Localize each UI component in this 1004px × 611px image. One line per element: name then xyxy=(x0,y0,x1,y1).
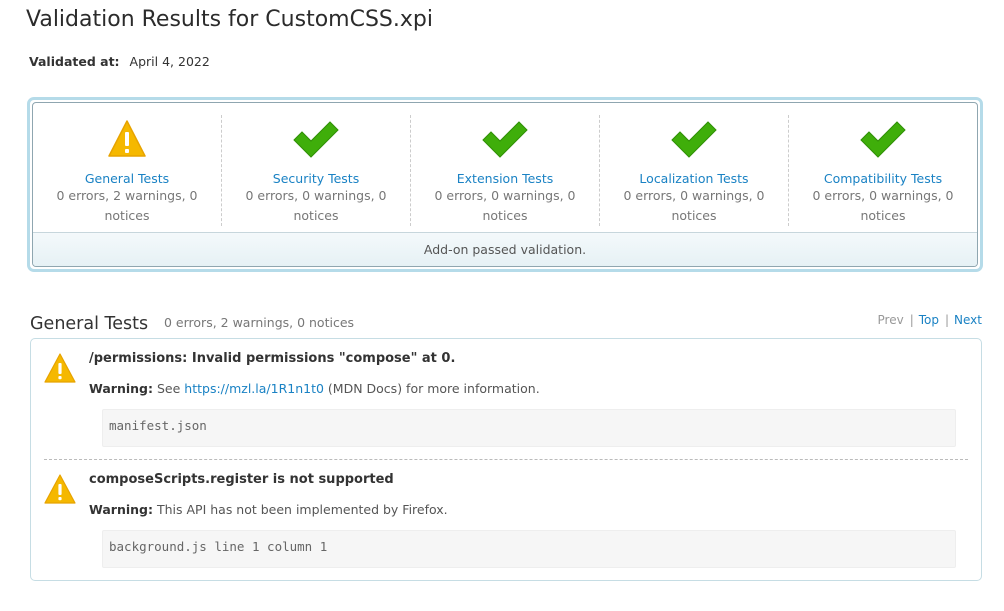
category-extension: Extension Tests 0 errors, 0 warnings, 0 … xyxy=(411,115,600,226)
message-text: See xyxy=(156,381,181,396)
category-link-security[interactable]: Security Tests xyxy=(222,171,410,186)
message-title: /permissions: Invalid permissions "compo… xyxy=(89,351,456,366)
file-context: background.js line 1 column 1 xyxy=(102,530,956,568)
category-security: Security Tests 0 errors, 0 warnings, 0 n… xyxy=(222,115,411,226)
category-general: General Tests 0 errors, 2 warnings, 0 no… xyxy=(33,115,222,226)
validated-label: Validated at: xyxy=(29,54,120,69)
nav-separator: | xyxy=(909,313,914,327)
mdn-docs-link[interactable]: https://mzl.la/1R1n1t0 xyxy=(184,381,324,396)
category-link-compatibility[interactable]: Compatibility Tests xyxy=(789,171,977,186)
category-link-localization[interactable]: Localization Tests xyxy=(600,171,788,186)
validated-date: April 4, 2022 xyxy=(129,54,210,69)
warning-icon xyxy=(44,474,76,508)
check-icon xyxy=(789,118,977,160)
file-context: manifest.json xyxy=(102,409,956,447)
check-icon xyxy=(222,118,410,160)
validation-status-banner: Add-on passed validation. xyxy=(33,232,977,266)
category-counts: 0 errors, 0 warnings, 0 notices xyxy=(434,188,576,223)
validated-at: Validated at: April 4, 2022 xyxy=(29,54,210,69)
warning-icon xyxy=(33,118,221,160)
message-description: Warning: See https://mzl.la/1R1n1t0 (MDN… xyxy=(89,381,540,396)
message-label: Warning: xyxy=(89,502,153,517)
section-title: General Tests xyxy=(30,314,149,334)
category-compatibility: Compatibility Tests 0 errors, 0 warnings… xyxy=(789,115,977,226)
check-icon xyxy=(600,118,788,160)
message-item: /permissions: Invalid permissions "compo… xyxy=(44,339,968,460)
next-link[interactable]: Next xyxy=(954,313,982,327)
category-link-general[interactable]: General Tests xyxy=(33,171,221,186)
category-counts: 0 errors, 0 warnings, 0 notices xyxy=(623,188,765,223)
section-header: General Tests 0 errors, 2 warnings, 0 no… xyxy=(30,311,982,339)
page-title: Validation Results for CustomCSS.xpi xyxy=(26,7,433,32)
message-title: composeScripts.register is not supported xyxy=(89,472,394,487)
category-counts: 0 errors, 0 warnings, 0 notices xyxy=(812,188,954,223)
message-description: Warning: This API has not been implement… xyxy=(89,502,448,517)
summary-panel: General Tests 0 errors, 2 warnings, 0 no… xyxy=(27,97,983,272)
nav-separator: | xyxy=(944,313,950,327)
section-counts: 0 errors, 2 warnings, 0 notices xyxy=(164,315,355,330)
message-text: (MDN Docs) for more information. xyxy=(327,381,540,396)
message-label: Warning: xyxy=(89,381,153,396)
category-link-extension[interactable]: Extension Tests xyxy=(411,171,599,186)
message-text: This API has not been implemented by Fir… xyxy=(156,502,448,517)
warning-icon xyxy=(44,353,76,387)
category-counts: 0 errors, 2 warnings, 0 notices xyxy=(56,188,198,223)
check-icon xyxy=(411,118,599,160)
section-nav: Prev | Top | Next xyxy=(878,313,983,327)
prev-link[interactable]: Prev xyxy=(878,313,904,327)
message-item: composeScripts.register is not supported… xyxy=(44,460,968,580)
category-localization: Localization Tests 0 errors, 0 warnings,… xyxy=(600,115,789,226)
category-counts: 0 errors, 0 warnings, 0 notices xyxy=(245,188,387,223)
top-link[interactable]: Top xyxy=(919,313,939,327)
results-list: /permissions: Invalid permissions "compo… xyxy=(30,338,982,581)
